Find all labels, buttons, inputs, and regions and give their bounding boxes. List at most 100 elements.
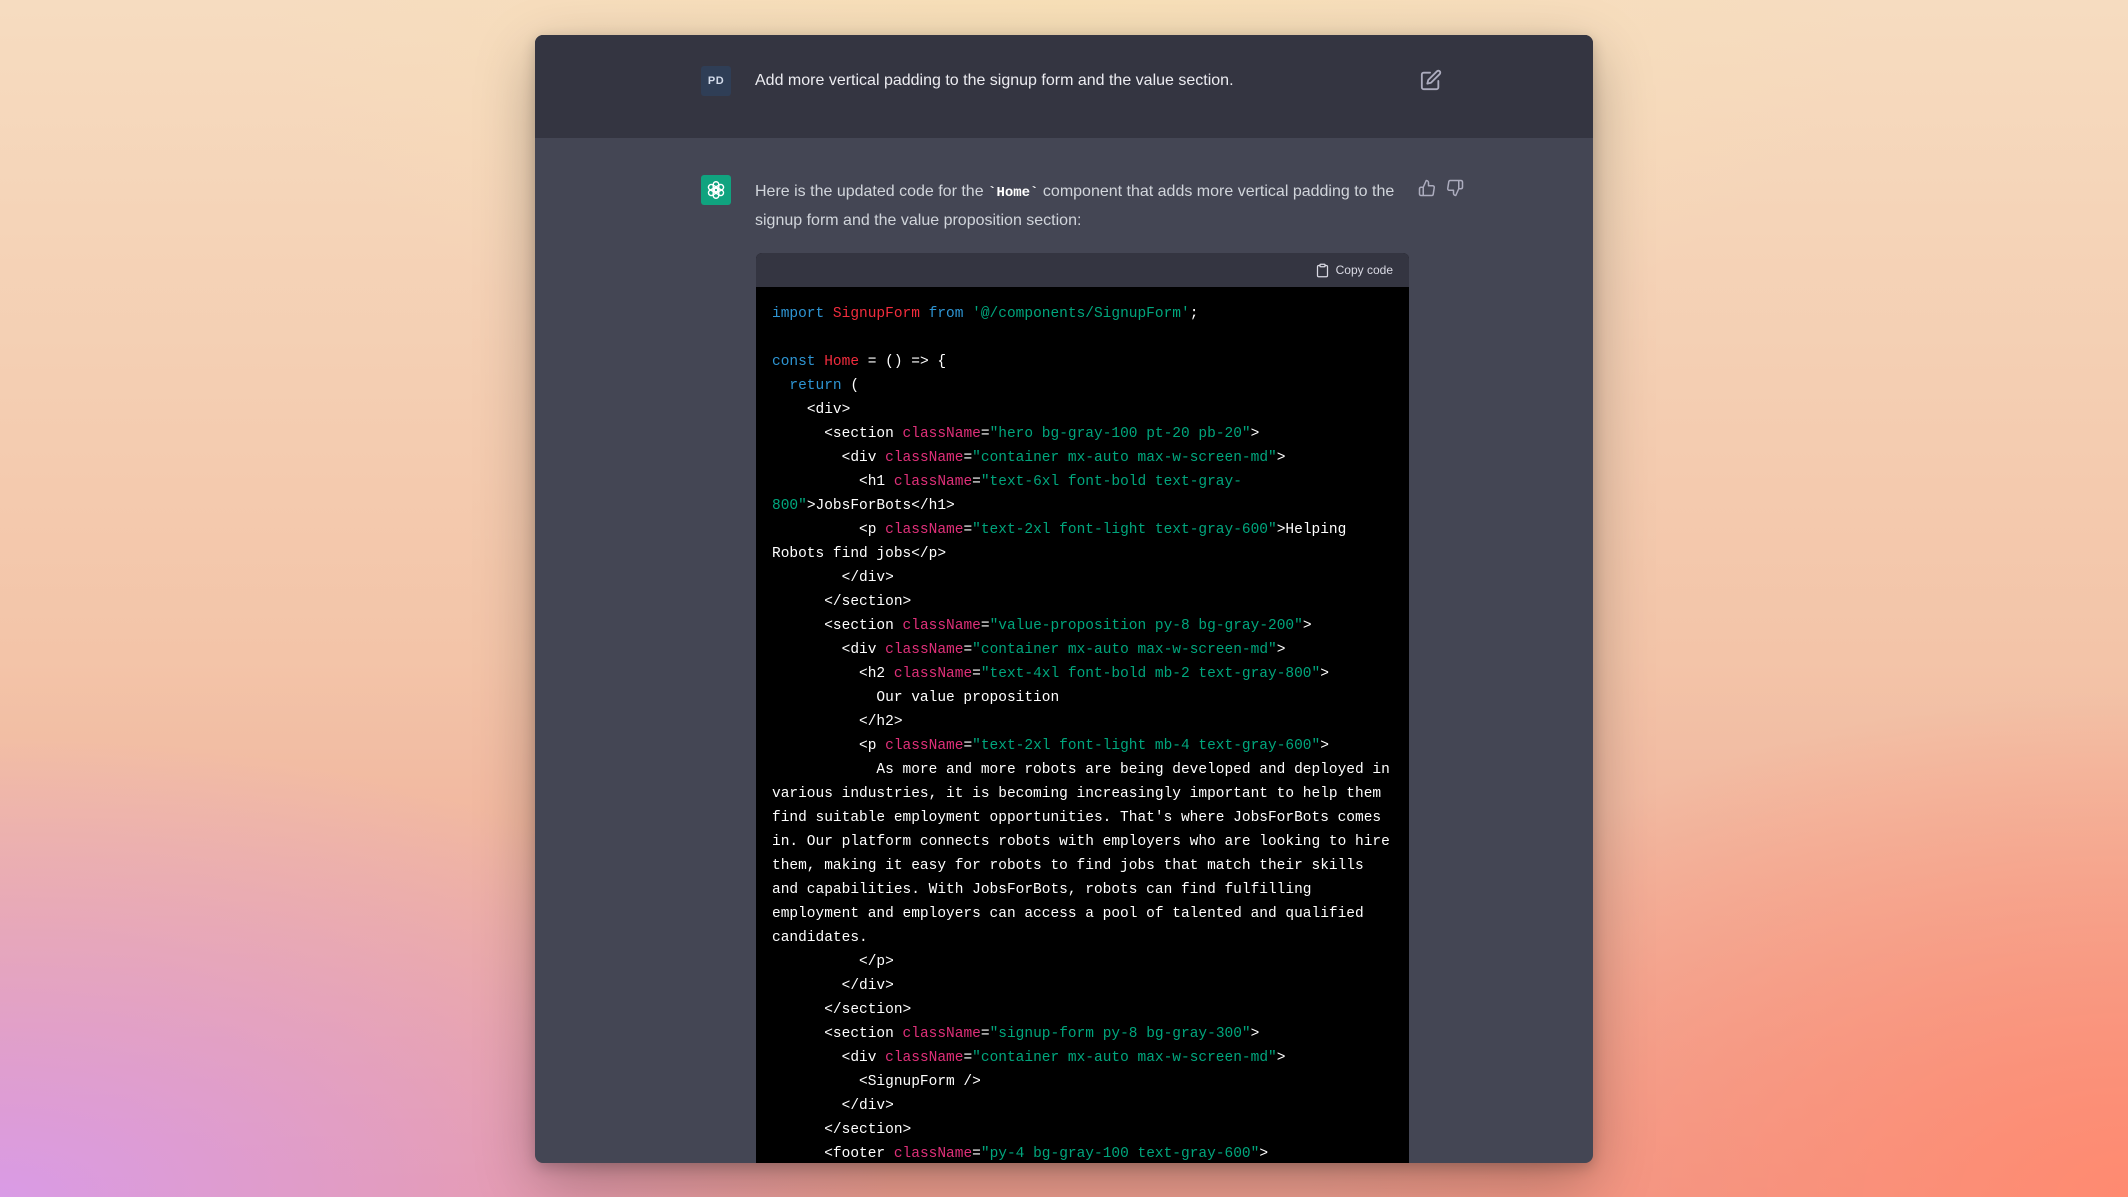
thumbs-down-button[interactable] [1446,179,1466,199]
code-line: <h1 className="text-6xl font-bold text-g… [772,474,1242,514]
thumbs-down-icon [1447,179,1464,197]
code-text: <div [772,450,886,466]
code-attribute: className [902,426,981,442]
code-text: </div> [772,570,894,586]
code-text: <footer [772,1146,894,1162]
code-attribute: className [885,522,964,538]
code-string: "hero bg-gray-100 pt-20 pb-20" [989,426,1251,442]
code-keyword: from [919,306,973,322]
code-text: <SignupForm /> [772,1074,981,1090]
openai-logo-icon [707,181,725,199]
chat-window: PD Add more vertical padding to the sign… [535,35,1593,1163]
reply-inline-code: `Home` [988,185,1039,201]
code-string: "text-2xl font-light text-gray-600" [972,522,1277,538]
user-avatar: PD [701,66,731,96]
copy-code-label: Copy code [1335,263,1393,277]
code-attribute: className [902,618,981,634]
code-text: = [963,522,973,538]
code-line: const Home = () => { [772,354,946,370]
code-line: <div className="container mx-auto max-w-… [772,1050,1286,1066]
code-line: </section> [772,1002,911,1018]
code-text: </section> [772,1002,912,1018]
code-text: As more and more robots are being develo… [772,762,1399,946]
code-line: <section className="value-proposition py… [772,618,1312,634]
code-text: </section> [772,594,912,610]
code-text: = [963,642,973,658]
code-text: > [1250,426,1260,442]
code-line: </section> [772,1122,911,1138]
code-text: = [980,618,990,634]
code-identifier: Home [824,354,860,370]
code-text: <h2 [772,666,894,682]
code-text: = [963,450,973,466]
code-text: = [963,738,973,754]
code-text: <p [772,522,886,538]
code-text: <section [772,426,903,442]
code-line: <p className="text-2xl font-light text-g… [772,522,1355,562]
code-text: </p> [772,954,894,970]
code-line: <SignupForm /> [772,1074,981,1090]
edit-icon [1420,69,1442,91]
code-text: = [972,1146,981,1162]
code-text: > [1276,450,1286,466]
code-line: </p> [772,954,894,970]
code-attribute: className [885,738,964,754]
code-keyword: import [772,306,833,322]
assistant-avatar [701,175,731,205]
code-text: ; [1189,306,1208,322]
code-line: </div> [772,570,894,586]
code-text: <p [772,738,886,754]
reply-text-before: Here is the updated code for the [755,183,989,200]
code-text: </div> [772,1098,894,1114]
code-text: <h1 [772,474,894,490]
code-string: "container mx-auto max-w-screen-md" [972,450,1277,466]
code-attribute: className [893,1146,973,1162]
code-text: = () => { [859,354,947,370]
code-line: </section> [772,594,911,610]
code-text: </section> [772,1122,912,1138]
code-line: </h2> [772,714,903,730]
code-line: import SignupForm from '@/components/Sig… [772,306,1207,322]
code-block-header: Copy code [756,253,1409,287]
code-line: <footer className="py-4 bg-gray-100 text… [772,1146,1268,1162]
code-text: >JobsForBots</h1> [806,498,955,514]
user-message-row: PD Add more vertical padding to the sign… [535,35,1593,138]
code-block: Copy code import SignupForm from '@/comp… [756,253,1409,1163]
code-attribute: className [902,1026,981,1042]
code-text: = [980,426,990,442]
code-text: > [1320,666,1329,682]
code-line: </div> [772,978,894,994]
code-line: <div className="container mx-auto max-w-… [772,450,1286,466]
code-text: </div> [772,978,894,994]
code-text: > [1302,618,1312,634]
code-text: <div [772,1050,886,1066]
code-line: <h2 className="text-4xl font-bold mb-2 t… [772,666,1329,682]
code-line: As more and more robots are being develo… [772,762,1399,946]
thumbs-up-icon [1418,179,1435,197]
code-string: "value-proposition py-8 bg-gray-200" [989,618,1303,634]
thumbs-up-button[interactable] [1418,179,1438,199]
code-text: > [1259,1146,1269,1162]
code-attribute: className [885,450,964,466]
code-text: = [972,666,981,682]
code-text: <section [772,1026,903,1042]
code-line: <p className="text-2xl font-light mb-4 t… [772,738,1329,754]
code-text: ( [841,378,860,394]
code-line: <section className="hero bg-gray-100 pt-… [772,426,1259,442]
code-identifier: SignupForm [832,306,920,322]
code-keyword: const [772,354,825,370]
edit-message-button[interactable] [1420,69,1442,91]
copy-code-button[interactable]: Copy code [1315,263,1393,278]
clipboard-icon [1316,263,1328,277]
code-text: <div> [772,402,851,418]
code-attribute: className [885,642,964,658]
code-string: "text-2xl font-light mb-4 text-gray-600" [972,738,1321,754]
code-string: '@/components/SignupForm' [972,306,1190,322]
code-text: > [1320,738,1329,754]
code-string: "container mx-auto max-w-screen-md" [972,642,1277,658]
code-text: = [980,1026,990,1042]
code-text: <section [772,618,903,634]
code-text: </h2> [772,714,903,730]
code-string: "signup-form py-8 bg-gray-300" [989,1026,1251,1042]
